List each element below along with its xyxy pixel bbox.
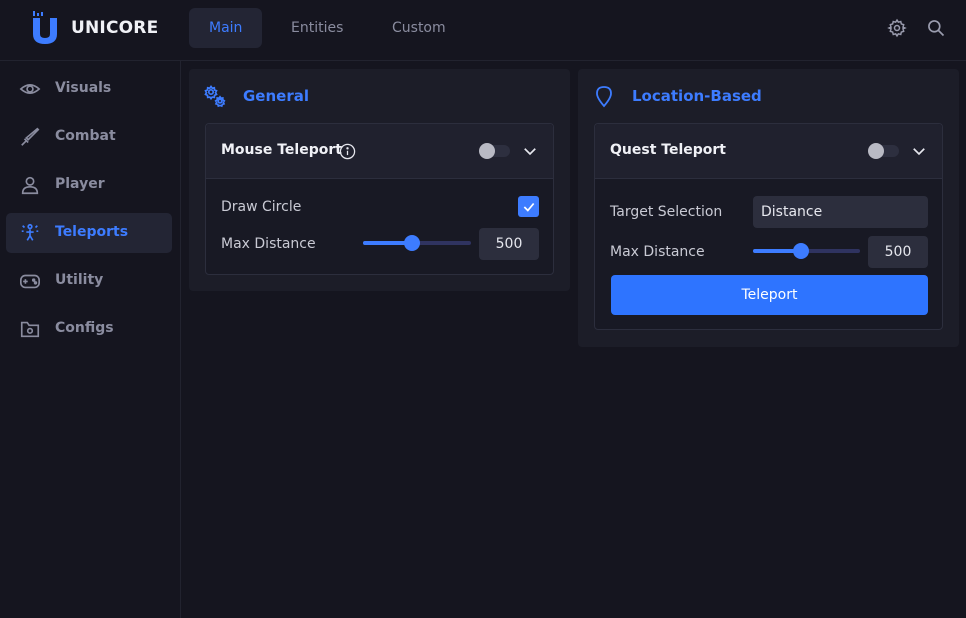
card-header: Quest Teleport [595,124,942,179]
gear-icon[interactable] [887,18,907,38]
slider-thumb[interactable] [793,243,810,259]
tab-label: Custom [392,20,446,36]
draw-circle-label: Draw Circle [221,199,302,215]
sidebar-item-label: Visuals [55,80,112,96]
general-panel: General Mouse Teleport Draw Circle Max D… [189,69,570,291]
tab-label: Entities [291,20,344,36]
tab-custom[interactable]: Custom [372,8,466,48]
card-header: Mouse Teleport [206,124,553,179]
folder-gear-icon [20,321,40,338]
max-distance-label: Max Distance [610,244,705,260]
sidebar-item-utility[interactable]: Utility [6,261,172,301]
top-header: UNICORE Main Entities Custom [0,0,966,61]
draw-circle-checkbox[interactable] [518,196,539,217]
eye-icon [19,84,41,94]
sidebar: Visuals Combat Player Teleports Utility … [0,61,181,618]
chevron-down-icon[interactable] [910,142,928,160]
target-selection-select[interactable]: Distance [753,196,928,228]
search-icon[interactable] [926,18,946,38]
teleport-icon [21,223,39,241]
sidebar-item-label: Configs [55,320,114,336]
max-distance-input[interactable]: 500 [868,236,928,268]
location-based-panel: Location-Based Quest Teleport Target Sel… [578,69,959,347]
quest-teleport-card: Quest Teleport Target Selection Distance… [594,123,943,330]
quest-teleport-toggle[interactable] [868,143,899,159]
card-title: Quest Teleport [610,142,726,158]
user-icon [21,176,39,195]
unicore-logo-icon [33,11,57,44]
sword-icon [21,127,40,146]
toggle-knob [479,143,495,159]
max-distance-slider[interactable] [753,243,860,259]
sidebar-item-label: Player [55,176,105,192]
sidebar-item-configs[interactable]: Configs [6,309,172,349]
sidebar-item-label: Utility [55,272,104,288]
map-pin-icon [596,86,612,108]
chevron-down-icon[interactable] [521,142,539,160]
card-title: Mouse Teleport [221,142,342,158]
mouse-teleport-toggle[interactable] [479,143,510,159]
sidebar-item-combat[interactable]: Combat [6,117,172,157]
brand-name: UNICORE [71,18,159,38]
tab-entities[interactable]: Entities [271,8,363,48]
gamepad-icon [20,274,40,289]
sidebar-item-teleports[interactable]: Teleports [6,213,172,253]
mouse-teleport-card: Mouse Teleport Draw Circle Max Distance … [205,123,554,275]
sidebar-item-label: Teleports [55,224,129,240]
sidebar-item-label: Combat [55,128,116,144]
max-distance-label: Max Distance [221,236,316,252]
sidebar-item-visuals[interactable]: Visuals [6,69,172,109]
panel-title: General [243,87,309,105]
teleport-button[interactable]: Teleport [611,275,928,315]
panel-title: Location-Based [632,87,762,105]
max-distance-input[interactable]: 500 [479,228,539,260]
sidebar-item-player[interactable]: Player [6,165,172,205]
check-icon [523,202,534,212]
target-selection-label: Target Selection [610,204,723,220]
tab-main[interactable]: Main [189,8,263,48]
tab-label: Main [209,20,243,36]
gears-icon [204,85,226,108]
toggle-knob [868,143,884,159]
info-icon[interactable] [339,143,356,160]
slider-thumb[interactable] [403,235,420,251]
max-distance-slider[interactable] [363,235,471,251]
